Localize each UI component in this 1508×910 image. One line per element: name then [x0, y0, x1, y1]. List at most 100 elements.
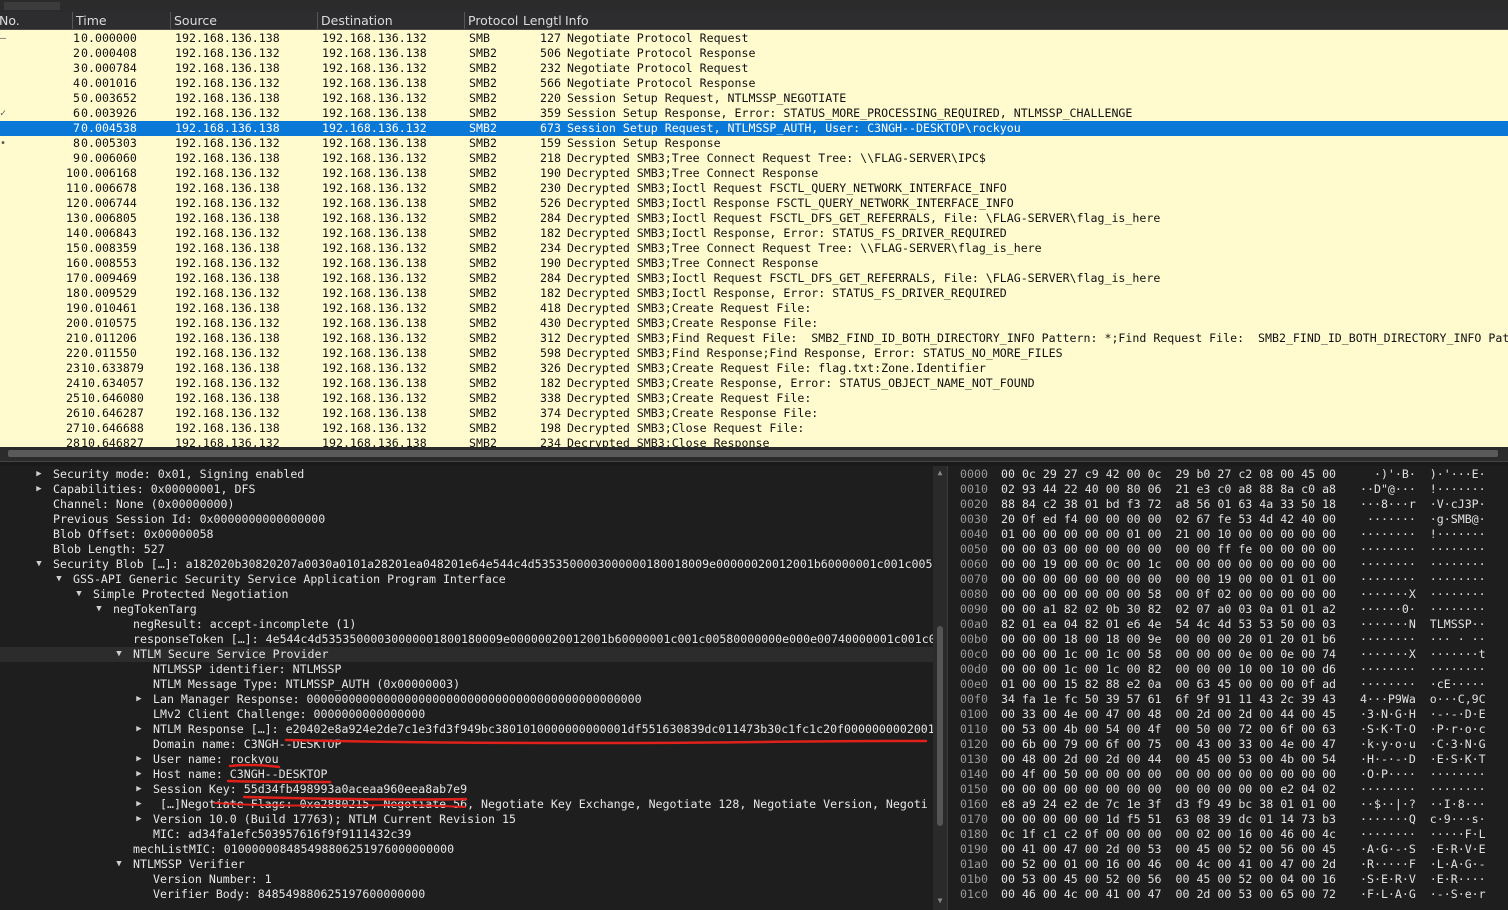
- col-header-time[interactable]: Time: [72, 12, 170, 29]
- tree-item[interactable]: Domain name: C3NGH--DESKTOP: [0, 737, 933, 752]
- hex-row[interactable]: 01c0 00 46 00 4c 00 41 00 47 00 2d 00 53 …: [948, 887, 1508, 902]
- tree-item[interactable]: ▶ Lan Manager Response: 00000000000000000…: [0, 692, 933, 707]
- hex-row[interactable]: 0030 20 0f ed f4 00 00 00 00 02 67 fe 53 …: [948, 512, 1508, 527]
- packet-list[interactable]: —1 0.000000 192.168.136.138 192.168.136.132…: [0, 30, 1508, 447]
- table-row[interactable]: 19 0.010461 192.168.136.138 192.168.136.132…: [0, 301, 1508, 316]
- hex-row[interactable]: 01a0 00 52 00 01 00 16 00 46 00 4c 00 41 …: [948, 857, 1508, 872]
- table-row[interactable]: 9 0.006060 192.168.136.138 192.168.136.132 S…: [0, 151, 1508, 166]
- col-header-info[interactable]: Info: [562, 12, 1508, 29]
- tree-item[interactable]: ▼ Simple Protected Negotiation: [0, 587, 933, 602]
- toolbar-tab[interactable]: [4, 2, 60, 10]
- hex-row[interactable]: 00c0 00 00 00 1c 00 1c 00 58 00 00 00 0e …: [948, 647, 1508, 662]
- tree-item[interactable]: Verifier Body: 848549880625197600000000: [0, 887, 933, 902]
- hex-row[interactable]: 00b0 00 00 00 18 00 18 00 9e 00 00 00 20 …: [948, 632, 1508, 647]
- hex-row[interactable]: 0140 00 4f 00 50 00 00 00 00 00 00 00 00 …: [948, 767, 1508, 782]
- tree-item[interactable]: ▶ […]Negotiate Flags: 0xe2880215, Negoti…: [0, 797, 933, 812]
- table-row[interactable]: 15 0.008359 192.168.136.138 192.168.136.132…: [0, 241, 1508, 256]
- hex-row[interactable]: 00d0 00 00 00 1c 00 1c 00 82 00 00 00 10 …: [948, 662, 1508, 677]
- tree-item[interactable]: Version Number: 1: [0, 872, 933, 887]
- tree-item[interactable]: mechListMIC: 010000008485498806251976000…: [0, 842, 933, 857]
- tree-item[interactable]: responseToken […]: 4e544c4d5353500003000…: [0, 632, 933, 647]
- table-row[interactable]: 10 0.006168 192.168.136.132 192.168.136.138…: [0, 166, 1508, 181]
- table-row[interactable]: 4 0.001016 192.168.136.132 192.168.136.138 S…: [0, 76, 1508, 91]
- hex-row[interactable]: 0160 e8 a9 24 e2 de 7c 1e 3f d3 f9 49 bc …: [948, 797, 1508, 812]
- table-row[interactable]: 27 10.646688 192.168.136.138 192.168.136.13…: [0, 421, 1508, 436]
- scroll-down-icon[interactable]: ▼: [935, 896, 945, 906]
- tree-item[interactable]: Previous Session Id: 0x0000000000000000: [0, 512, 933, 527]
- table-row[interactable]: —1 0.000000 192.168.136.138 192.168.136.132…: [0, 31, 1508, 46]
- hex-row[interactable]: 0010 02 93 44 22 40 00 80 06 21 e3 c0 a8 …: [948, 482, 1508, 497]
- table-row[interactable]: 3 0.000784 192.168.136.138 192.168.136.132 S…: [0, 61, 1508, 76]
- expand-arrow-icon[interactable]: ▼: [34, 557, 44, 572]
- table-row[interactable]: ✓ 6 0.003926 192.168.136.132 192.168.136.138…: [0, 106, 1508, 121]
- tree-item[interactable]: NTLM Message Type: NTLMSSP_AUTH (0x00000…: [0, 677, 933, 692]
- hex-row[interactable]: 0000 00 0c 29 27 c9 42 00 0c 29 b0 27 c2 …: [948, 467, 1508, 482]
- hex-row[interactable]: 0170 00 00 00 00 00 1d f5 51 63 08 39 dc …: [948, 812, 1508, 827]
- tree-item[interactable]: ▶ User name: rockyou: [0, 752, 933, 767]
- hex-row[interactable]: 00f0 34 fa 1e fc 50 39 57 61 6f 9f 91 11 …: [948, 692, 1508, 707]
- scrollbar-thumb[interactable]: [8, 450, 1498, 457]
- hex-row[interactable]: 0180 0c 1f c1 c2 0f 00 00 00 00 02 00 16 …: [948, 827, 1508, 842]
- tree-item[interactable]: ▼ Security Blob […]: a182020b30820207a003…: [0, 557, 933, 572]
- hex-row[interactable]: 0090 00 00 a1 82 02 0b 30 82 02 07 a0 03 …: [948, 602, 1508, 617]
- hex-row[interactable]: 0130 00 48 00 2d 00 2d 00 44 00 45 00 53 …: [948, 752, 1508, 767]
- hex-row[interactable]: 0110 00 53 00 4b 00 54 00 4f 00 50 00 72 …: [948, 722, 1508, 737]
- collapse-arrow-icon[interactable]: ▶: [134, 797, 144, 812]
- scroll-up-icon[interactable]: ▲: [935, 468, 945, 478]
- table-row[interactable]: 20 0.010575 192.168.136.132 192.168.136.138…: [0, 316, 1508, 331]
- tree-item[interactable]: Channel: None (0x00000000): [0, 497, 933, 512]
- table-row[interactable]: 2 0.000408 192.168.136.132 192.168.136.138 S…: [0, 46, 1508, 61]
- table-row[interactable]: 12 0.006744 192.168.136.132 192.168.136.138…: [0, 196, 1508, 211]
- table-row[interactable]: 26 10.646287 192.168.136.132 192.168.136.13…: [0, 406, 1508, 421]
- table-row[interactable]: 23 10.633879 192.168.136.138 192.168.136.13…: [0, 361, 1508, 376]
- tree-item[interactable]: NTLMSSP identifier: NTLMSSP: [0, 662, 933, 677]
- table-row[interactable]: 22 0.011550 192.168.136.132 192.168.136.138…: [0, 346, 1508, 361]
- hex-row[interactable]: 01b0 00 53 00 45 00 52 00 56 00 45 00 52 …: [948, 872, 1508, 887]
- collapse-arrow-icon[interactable]: ▶: [134, 752, 144, 767]
- table-row[interactable]: 18 0.009529 192.168.136.132 192.168.136.138…: [0, 286, 1508, 301]
- table-row[interactable]: 21 0.011206 192.168.136.138 192.168.136.132…: [0, 331, 1508, 346]
- expand-arrow-icon[interactable]: ▼: [114, 647, 124, 662]
- table-row[interactable]: 24 10.634057 192.168.136.132 192.168.136.13…: [0, 376, 1508, 391]
- hex-row[interactable]: 00a0 82 01 ea 04 82 01 e6 4e 54 4c 4d 53 …: [948, 617, 1508, 632]
- table-row[interactable]: 5 0.003652 192.168.136.138 192.168.136.132 S…: [0, 91, 1508, 106]
- table-row-selected[interactable]: 7 0.004538 192.168.136.138 192.168.136.132 S…: [0, 121, 1508, 136]
- tree-item[interactable]: ▶ Security mode: 0x01, Signing enabled: [0, 467, 933, 482]
- tree-item[interactable]: ▶ Session Key: 55d34fb498993a0aceaa960eea…: [0, 782, 933, 797]
- expand-arrow-icon[interactable]: ▼: [94, 602, 104, 617]
- tree-item[interactable]: Blob Offset: 0x00000058: [0, 527, 933, 542]
- tree-item[interactable]: ▶ Version 10.0 (Build 17763); NTLM Curren…: [0, 812, 933, 827]
- expand-arrow-icon[interactable]: ▼: [74, 587, 84, 602]
- tree-item[interactable]: ▼ GSS-API Generic Security Service Applic…: [0, 572, 933, 587]
- hex-row[interactable]: 0150 00 00 00 00 00 00 00 00 00 00 00 00 …: [948, 782, 1508, 797]
- tree-item[interactable]: ▶ NTLM Response […]: e20402e8a924e2de7c1e…: [0, 722, 933, 737]
- tree-item[interactable]: MIC: ad34fa1efc503957616f9f9111432c39: [0, 827, 933, 842]
- col-header-no[interactable]: No.: [0, 12, 70, 29]
- table-row[interactable]: 14 0.006843 192.168.136.132 192.168.136.138…: [0, 226, 1508, 241]
- tree-item[interactable]: LMv2 Client Challenge: 0000000000000000: [0, 707, 933, 722]
- table-row[interactable]: 25 10.646080 192.168.136.138 192.168.136.13…: [0, 391, 1508, 406]
- collapse-arrow-icon[interactable]: ▶: [134, 812, 144, 827]
- scrollbar-thumb[interactable]: [937, 626, 943, 826]
- hex-row[interactable]: 0020 88 84 c2 38 01 bd f3 72 a8 56 01 63 …: [948, 497, 1508, 512]
- tree-item[interactable]: ▼ negTokenTarg: [0, 602, 933, 617]
- tree-item[interactable]: ▼ NTLMSSP Verifier: [0, 857, 933, 872]
- hex-row[interactable]: 0080 00 00 00 00 00 00 00 58 00 0f 02 00 …: [948, 587, 1508, 602]
- collapse-arrow-icon[interactable]: ▶: [134, 767, 144, 782]
- packet-list-scrollbar[interactable]: [0, 447, 1508, 461]
- hex-row[interactable]: 0060 00 00 19 00 00 0c 00 1c 00 00 00 00 …: [948, 557, 1508, 572]
- table-row[interactable]: 28 10.646827 192.168.136.132 192.168.136.13…: [0, 436, 1508, 447]
- collapse-arrow-icon[interactable]: ▶: [134, 692, 144, 707]
- table-row[interactable]: 13 0.006805 192.168.136.138 192.168.136.132…: [0, 211, 1508, 226]
- packet-details-tree[interactable]: ▶ Security mode: 0x01, Signing enabled ▶ Ca…: [0, 466, 933, 910]
- tree-item[interactable]: ▶ Capabilities: 0x00000001, DFS: [0, 482, 933, 497]
- details-scrollbar[interactable]: ▲ ▼: [933, 466, 947, 910]
- packet-bytes-pane[interactable]: 0000 00 0c 29 27 c9 42 00 0c 29 b0 27 c2 …: [947, 466, 1508, 910]
- collapse-arrow-icon[interactable]: ▶: [34, 467, 44, 482]
- col-header-source[interactable]: Source: [170, 12, 317, 29]
- table-row[interactable]: • 8 0.005303 192.168.136.132 192.168.136.138…: [0, 136, 1508, 151]
- collapse-arrow-icon[interactable]: ▶: [134, 722, 144, 737]
- collapse-arrow-icon[interactable]: ▶: [34, 482, 44, 497]
- col-header-length[interactable]: Lengtl: [520, 12, 567, 29]
- expand-arrow-icon[interactable]: ▼: [54, 572, 64, 587]
